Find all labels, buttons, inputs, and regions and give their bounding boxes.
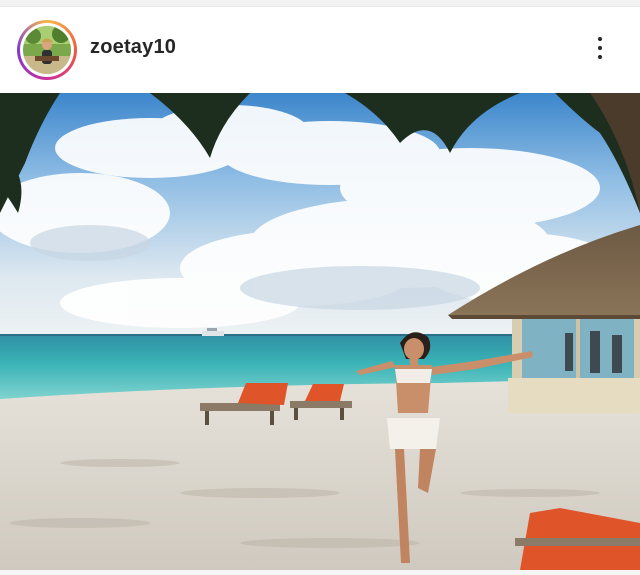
username[interactable]: zoetay10	[90, 36, 176, 59]
bottom-divider	[0, 570, 640, 575]
avatar-photo-icon	[23, 26, 71, 74]
post-photo[interactable]	[0, 93, 640, 570]
post-header: zoetay10	[0, 7, 640, 93]
instagram-post: zoetay10	[0, 0, 640, 575]
top-divider	[0, 0, 640, 7]
avatar[interactable]	[23, 26, 71, 74]
beach-photo	[0, 93, 640, 570]
more-options-icon[interactable]	[586, 33, 614, 63]
avatar-frame	[20, 23, 74, 77]
story-ring[interactable]	[17, 20, 77, 80]
